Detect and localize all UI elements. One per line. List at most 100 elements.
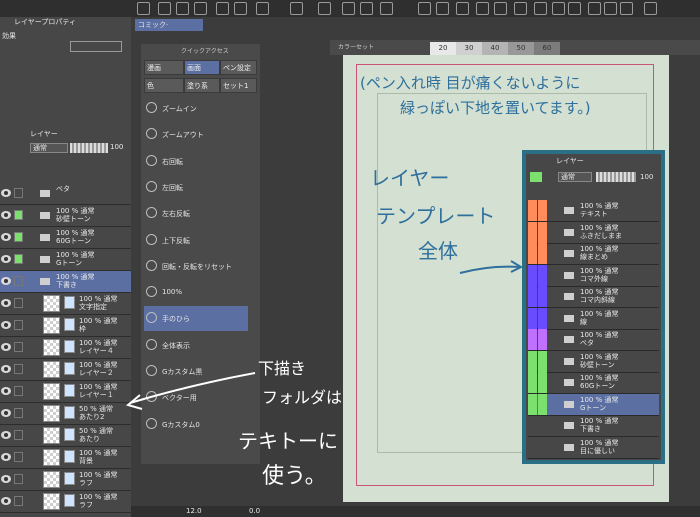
layer-row[interactable]: 100 % 通常 ラフ: [0, 469, 131, 491]
quick-access-item[interactable]: 右回転: [144, 149, 248, 174]
inset-layer-row[interactable]: 100 % 通常 60Gトーン: [528, 372, 659, 394]
quick-access-item[interactable]: ズームイン: [144, 96, 248, 121]
open-file-icon[interactable]: [176, 2, 189, 15]
canvas-tab[interactable]: コミック·: [135, 19, 203, 31]
eye-icon[interactable]: [1, 431, 11, 439]
angle-value[interactable]: 0.0: [249, 507, 260, 515]
eye-icon[interactable]: [528, 350, 537, 372]
layer-row[interactable]: 100 % 通常 枠: [0, 315, 131, 337]
color-swatch[interactable]: 60: [534, 42, 560, 55]
layer-row[interactable]: 100 % 通常 文字指定: [0, 293, 131, 315]
lock-toggle-icon[interactable]: [538, 372, 547, 393]
grid-icon[interactable]: [456, 2, 469, 15]
lock-toggle-icon[interactable]: [14, 298, 23, 308]
layout-icon[interactable]: [552, 2, 565, 15]
layer-row[interactable]: 100 % 通常 Gトーン: [0, 249, 131, 271]
layer-tab[interactable]: レイヤー: [30, 129, 58, 139]
lock-toggle-icon[interactable]: [14, 364, 23, 374]
eye-icon[interactable]: [1, 409, 11, 417]
lock-toggle-icon[interactable]: [538, 264, 547, 286]
quick-access-item[interactable]: 左回転: [144, 175, 248, 200]
quick-access-item[interactable]: 回転・反転をリセット: [144, 254, 248, 279]
lock-toggle-icon[interactable]: [14, 386, 23, 396]
lock-toggle-icon[interactable]: [14, 232, 23, 242]
lock-toggle-icon[interactable]: [538, 415, 547, 436]
eye-icon[interactable]: [528, 221, 537, 243]
eye-icon[interactable]: [528, 415, 537, 436]
eye-icon[interactable]: [1, 475, 11, 483]
eye-icon[interactable]: [1, 321, 11, 329]
eye-icon[interactable]: [528, 393, 537, 415]
quick-access-item[interactable]: 100%: [144, 280, 248, 305]
lock-toggle-icon[interactable]: [538, 437, 547, 458]
layer-row[interactable]: 100 % 通常 レイヤー２: [0, 359, 131, 381]
fill-icon[interactable]: [342, 2, 355, 15]
eye-icon[interactable]: [528, 437, 537, 458]
eye-icon[interactable]: [1, 343, 11, 351]
layer-row[interactable]: ベタ: [0, 183, 131, 205]
lock-toggle-icon[interactable]: [538, 393, 547, 415]
quick-access-item[interactable]: ズームアウト: [144, 122, 248, 147]
quick-access-item[interactable]: 上下反転: [144, 228, 248, 253]
qa-button-color[interactable]: 色: [144, 78, 184, 93]
snap-icon[interactable]: [436, 2, 449, 15]
eye-icon[interactable]: [1, 233, 11, 241]
quick-access-item[interactable]: 手のひら: [144, 306, 248, 332]
quick-access-item[interactable]: 全体表示: [144, 333, 248, 358]
eye-icon[interactable]: [1, 365, 11, 373]
opacity-slider[interactable]: [70, 143, 108, 153]
eye-icon[interactable]: [1, 255, 11, 263]
eye-icon[interactable]: [528, 200, 537, 221]
eye-icon[interactable]: [1, 497, 11, 505]
redo-icon[interactable]: [234, 2, 247, 15]
lock-toggle-icon[interactable]: [14, 496, 23, 506]
qa-button-set1[interactable]: セット1: [220, 78, 257, 93]
new-file-icon[interactable]: [158, 2, 171, 15]
eye-icon[interactable]: [528, 372, 537, 393]
layer-row[interactable]: 100 % 通常 レイヤー４: [0, 337, 131, 359]
pattern-icon[interactable]: [604, 2, 617, 15]
undo-icon[interactable]: [216, 2, 229, 15]
inset-layer-row[interactable]: 100 % 通常 ふきだしまま: [528, 221, 659, 244]
lock-toggle-icon[interactable]: [538, 243, 547, 264]
eye-icon[interactable]: [1, 453, 11, 461]
dock-icon[interactable]: [137, 2, 150, 15]
import-icon[interactable]: [494, 2, 507, 15]
eye-icon[interactable]: [528, 329, 537, 350]
print-icon[interactable]: [568, 2, 581, 15]
quick-access-item[interactable]: 左右反転: [144, 201, 248, 226]
qa-button-paint[interactable]: 塗り系: [184, 78, 220, 93]
effect-buttons[interactable]: [70, 41, 122, 52]
panel-icon[interactable]: [644, 2, 657, 15]
eye-icon[interactable]: [1, 211, 11, 219]
lock-toggle-icon[interactable]: [14, 452, 23, 462]
ruler-icon[interactable]: [418, 2, 431, 15]
layer-row[interactable]: 100 % 通常 レイヤー１: [0, 381, 131, 403]
lock-toggle-icon[interactable]: [14, 188, 23, 198]
lock-toggle-icon[interactable]: [14, 342, 23, 352]
lock-toggle-icon[interactable]: [14, 474, 23, 484]
inset-layer-row[interactable]: 100 % 通常 コマ内斜線: [528, 286, 659, 308]
inset-layer-row[interactable]: 100 % 通常 目に優しい: [528, 437, 659, 459]
inset-layer-row[interactable]: 100 % 通常 砂壁トーン: [528, 350, 659, 373]
lock-toggle-icon[interactable]: [538, 350, 547, 372]
color-swatch[interactable]: 20: [430, 42, 456, 55]
color-swatch[interactable]: 40: [482, 42, 508, 55]
inset-opacity-value[interactable]: 100: [640, 173, 653, 181]
qa-button-manga[interactable]: 漫画: [144, 60, 184, 75]
blend-mode-select[interactable]: 通常: [30, 143, 68, 153]
help-icon[interactable]: [290, 2, 303, 15]
layer-row[interactable]: 100 % 通常 背景: [0, 447, 131, 469]
inset-layer-row[interactable]: 100 % 通常 テキスト: [528, 200, 659, 222]
quick-access-item[interactable]: Gカスタム0: [144, 412, 248, 437]
inset-layer-row[interactable]: 100 % 通常 コマ外線: [528, 264, 659, 287]
lock-toggle-icon[interactable]: [14, 408, 23, 418]
lock-toggle-icon[interactable]: [538, 286, 547, 307]
inset-layer-tab[interactable]: レイヤー: [556, 156, 584, 166]
layer-row[interactable]: 100 % 通常 下書き: [0, 271, 131, 293]
lock-toggle-icon[interactable]: [14, 430, 23, 440]
check-icon[interactable]: [588, 2, 601, 15]
eye-icon[interactable]: [1, 189, 11, 197]
layer-row[interactable]: 50 % 通常 あたり: [0, 425, 131, 447]
qa-button-screen[interactable]: 画面: [184, 60, 220, 75]
